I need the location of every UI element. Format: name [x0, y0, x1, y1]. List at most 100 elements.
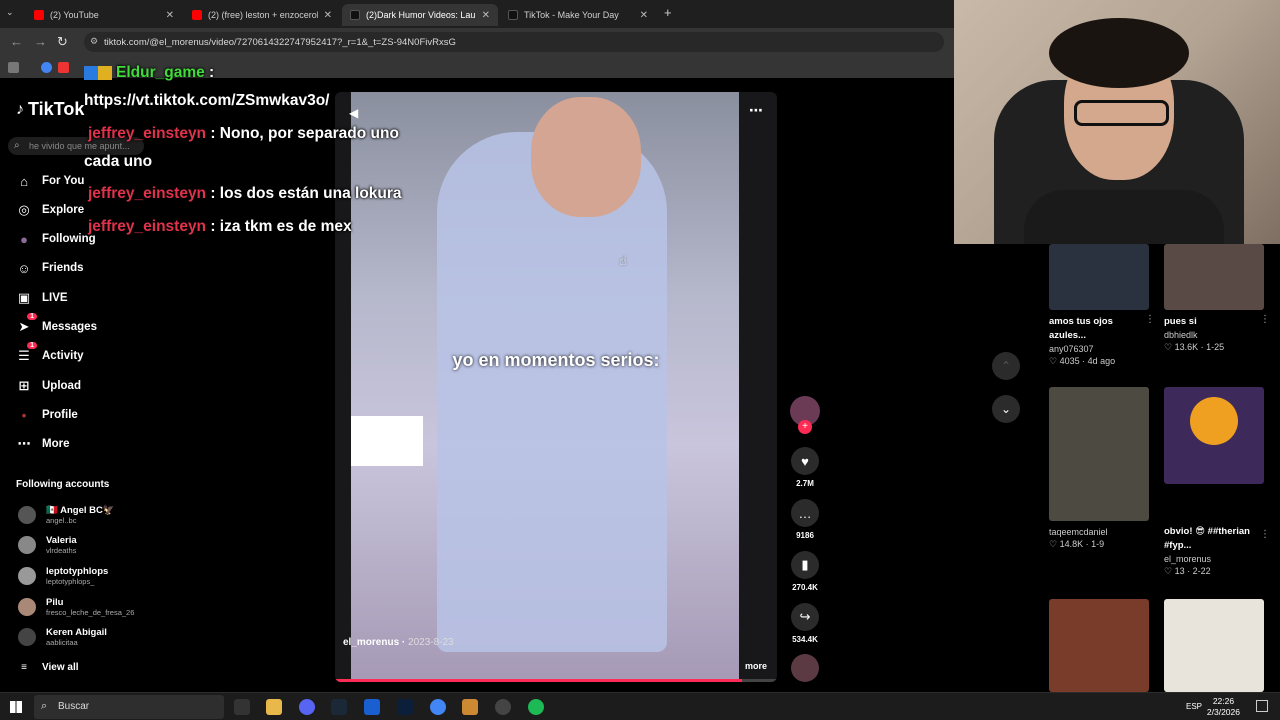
photoshop-icon[interactable] [397, 699, 413, 715]
taskbar-clock[interactable]: 22:26 2/3/2026 [1207, 696, 1240, 718]
search-icon: ⌕ [41, 700, 48, 712]
related-video-card[interactable]: taqeemcdaniel ♡ 14.8K · 1-9 [1049, 387, 1149, 551]
bookmark-icon[interactable] [41, 61, 52, 73]
taskbar-search[interactable]: ⌕ Buscar [34, 695, 224, 719]
account-item[interactable]: Valeria vlrdeaths [18, 535, 77, 555]
file-explorer-icon[interactable] [266, 699, 282, 715]
avatar [18, 506, 36, 524]
avatar [18, 536, 36, 554]
forward-icon[interactable]: → [34, 34, 47, 49]
back-icon[interactable]: ← [10, 34, 23, 49]
activity-glyph: ☰ [18, 348, 30, 363]
close-tab-icon[interactable]: ✕ [640, 10, 648, 21]
language-indicator[interactable]: ESP [1186, 702, 1202, 711]
related-video-card[interactable] [1164, 599, 1264, 692]
chrome-icon[interactable] [430, 699, 446, 715]
related-video-card[interactable]: amos tus ojos azules... any076307 ♡ 4035… [1049, 244, 1155, 368]
chat-message: jeffrey_einsteyn : Nono, por separado un… [88, 125, 399, 142]
previous-video-button[interactable]: ⌃ [992, 352, 1020, 380]
view-all-link[interactable]: ≡ View all [16, 657, 78, 677]
close-tab-icon[interactable]: ✕ [166, 10, 174, 21]
chat-message: jeffrey_einsteyn : iza tkm es de mex [88, 218, 352, 235]
windows-start-icon[interactable] [10, 701, 22, 713]
related-video-card[interactable]: obvio! 😎 ##therian #fyp... el_morenus ♡ … [1164, 387, 1270, 578]
share-icon: ↪ [791, 603, 819, 631]
streamer-glasses [1074, 100, 1169, 126]
browser-tab[interactable]: TikTok - Make Your Day ✕ [500, 4, 656, 26]
options-icon[interactable]: ⋯ [749, 102, 763, 119]
video-thumbnail [1049, 387, 1149, 521]
steam-icon[interactable] [331, 699, 347, 715]
nav-explore[interactable]: ◎ Explore [16, 200, 84, 220]
nav-following[interactable]: ● Following [16, 229, 96, 249]
bookmark-icon[interactable] [58, 61, 69, 73]
share-button[interactable]: ↪ 534.4K [790, 603, 820, 644]
video-author[interactable]: el_morenus · 2023-8-23 [343, 637, 454, 648]
url-input[interactable]: ⚙ tiktok.com/@el_morenus/video/727061432… [84, 32, 944, 52]
share-count: 534.4K [792, 635, 818, 644]
obs-icon[interactable] [495, 699, 511, 715]
account-item[interactable]: Pilu fresco_leche_de_fresa_26 [18, 597, 134, 617]
new-tab-button[interactable]: + [664, 5, 672, 20]
tiktok-logo[interactable]: ♪ TikTok [16, 99, 84, 120]
nav-upload[interactable]: ⊞ Upload [16, 376, 81, 396]
comment-icon: … [791, 499, 819, 527]
video-thumbnail [1049, 244, 1149, 310]
video-frame [351, 92, 739, 682]
spotify-icon[interactable] [528, 699, 544, 715]
browser-tab-active[interactable]: (2)Dark Humor Videos: Lau ✕ [342, 4, 498, 26]
app-icon[interactable] [462, 699, 478, 715]
music-disc-icon[interactable] [791, 654, 819, 682]
video-player[interactable]: yo en momentos serios: 😂 ⋯ ◀ el_morenus … [335, 92, 777, 682]
comment-button[interactable]: … 9186 [790, 499, 820, 540]
like-button[interactable]: ♥ 2.7M [790, 447, 820, 488]
kebab-icon[interactable]: ⋮ [1260, 314, 1270, 325]
messages-icon: ➤ 1 [16, 313, 37, 335]
bookmark-icon: ▮ [791, 551, 819, 579]
avatar-icon: ● [20, 231, 28, 247]
nav-activity[interactable]: ☰ 1 Activity [16, 342, 84, 366]
browser-tab[interactable]: (2) YouTube ✕ [26, 4, 182, 26]
nav-friends[interactable]: ☺ Friends [16, 258, 83, 278]
next-video-button[interactable]: ⌄ [992, 395, 1020, 423]
avatar [18, 567, 36, 585]
account-item[interactable]: Keren Abigail aablicitaa [18, 627, 107, 647]
video-progress-fill [335, 679, 742, 682]
related-video-card[interactable]: pues si dbhiedlk ♡ 13.6K · 1-25 ⋮ [1164, 244, 1270, 354]
home-icon: ⌂ [20, 173, 28, 189]
related-video-card[interactable] [1049, 599, 1149, 692]
live-icon: ▣ [17, 290, 31, 305]
video-progress-bar[interactable] [335, 679, 777, 682]
kebab-icon[interactable]: ⋮ [1145, 314, 1155, 325]
nav-more[interactable]: ⋯ More [16, 434, 70, 454]
apps-icon[interactable] [8, 61, 19, 73]
following-accounts-header: Following accounts [16, 479, 110, 490]
tiktok-note-icon: ♪ [16, 100, 24, 118]
app-icon[interactable] [234, 699, 250, 715]
nav-profile[interactable]: • Profile [16, 405, 78, 425]
bookmark-button[interactable]: ▮ 270.4K [790, 551, 820, 592]
browser-tab[interactable]: (2) (free) leston + enzocerobuli ✕ [184, 4, 340, 26]
kebab-icon[interactable]: ⋮ [1260, 529, 1270, 540]
volume-icon[interactable]: ◀ [349, 106, 358, 120]
follow-plus-icon[interactable]: + [798, 420, 812, 434]
tab-list-button[interactable]: ⌄ [6, 7, 14, 18]
site-info-icon[interactable]: ⚙ [90, 36, 98, 47]
close-tab-icon[interactable]: ✕ [482, 10, 490, 21]
more-link[interactable]: more [745, 661, 767, 671]
chat-badge-icon [84, 65, 98, 80]
reload-icon[interactable]: ↻ [57, 34, 68, 50]
nav-for-you[interactable]: ⌂ For You [16, 171, 84, 191]
nav-live[interactable]: ▣ LIVE [16, 288, 68, 308]
search-icon: ⌕ [14, 140, 20, 151]
comment-count: 9186 [796, 531, 814, 540]
mouse-cursor-icon: ☝ [619, 253, 627, 268]
app-icon[interactable] [364, 699, 380, 715]
close-tab-icon[interactable]: ✕ [324, 10, 332, 21]
discord-icon[interactable] [299, 699, 315, 715]
nav-messages[interactable]: ➤ 1 Messages [16, 313, 97, 337]
account-item[interactable]: leptotyphlops leptotyphlops_ [18, 566, 108, 586]
notification-icon[interactable] [1256, 700, 1268, 712]
account-item[interactable]: 🇲🇽 Angel BC🦅 angel..bc [18, 505, 115, 525]
video-person-head [531, 97, 641, 217]
